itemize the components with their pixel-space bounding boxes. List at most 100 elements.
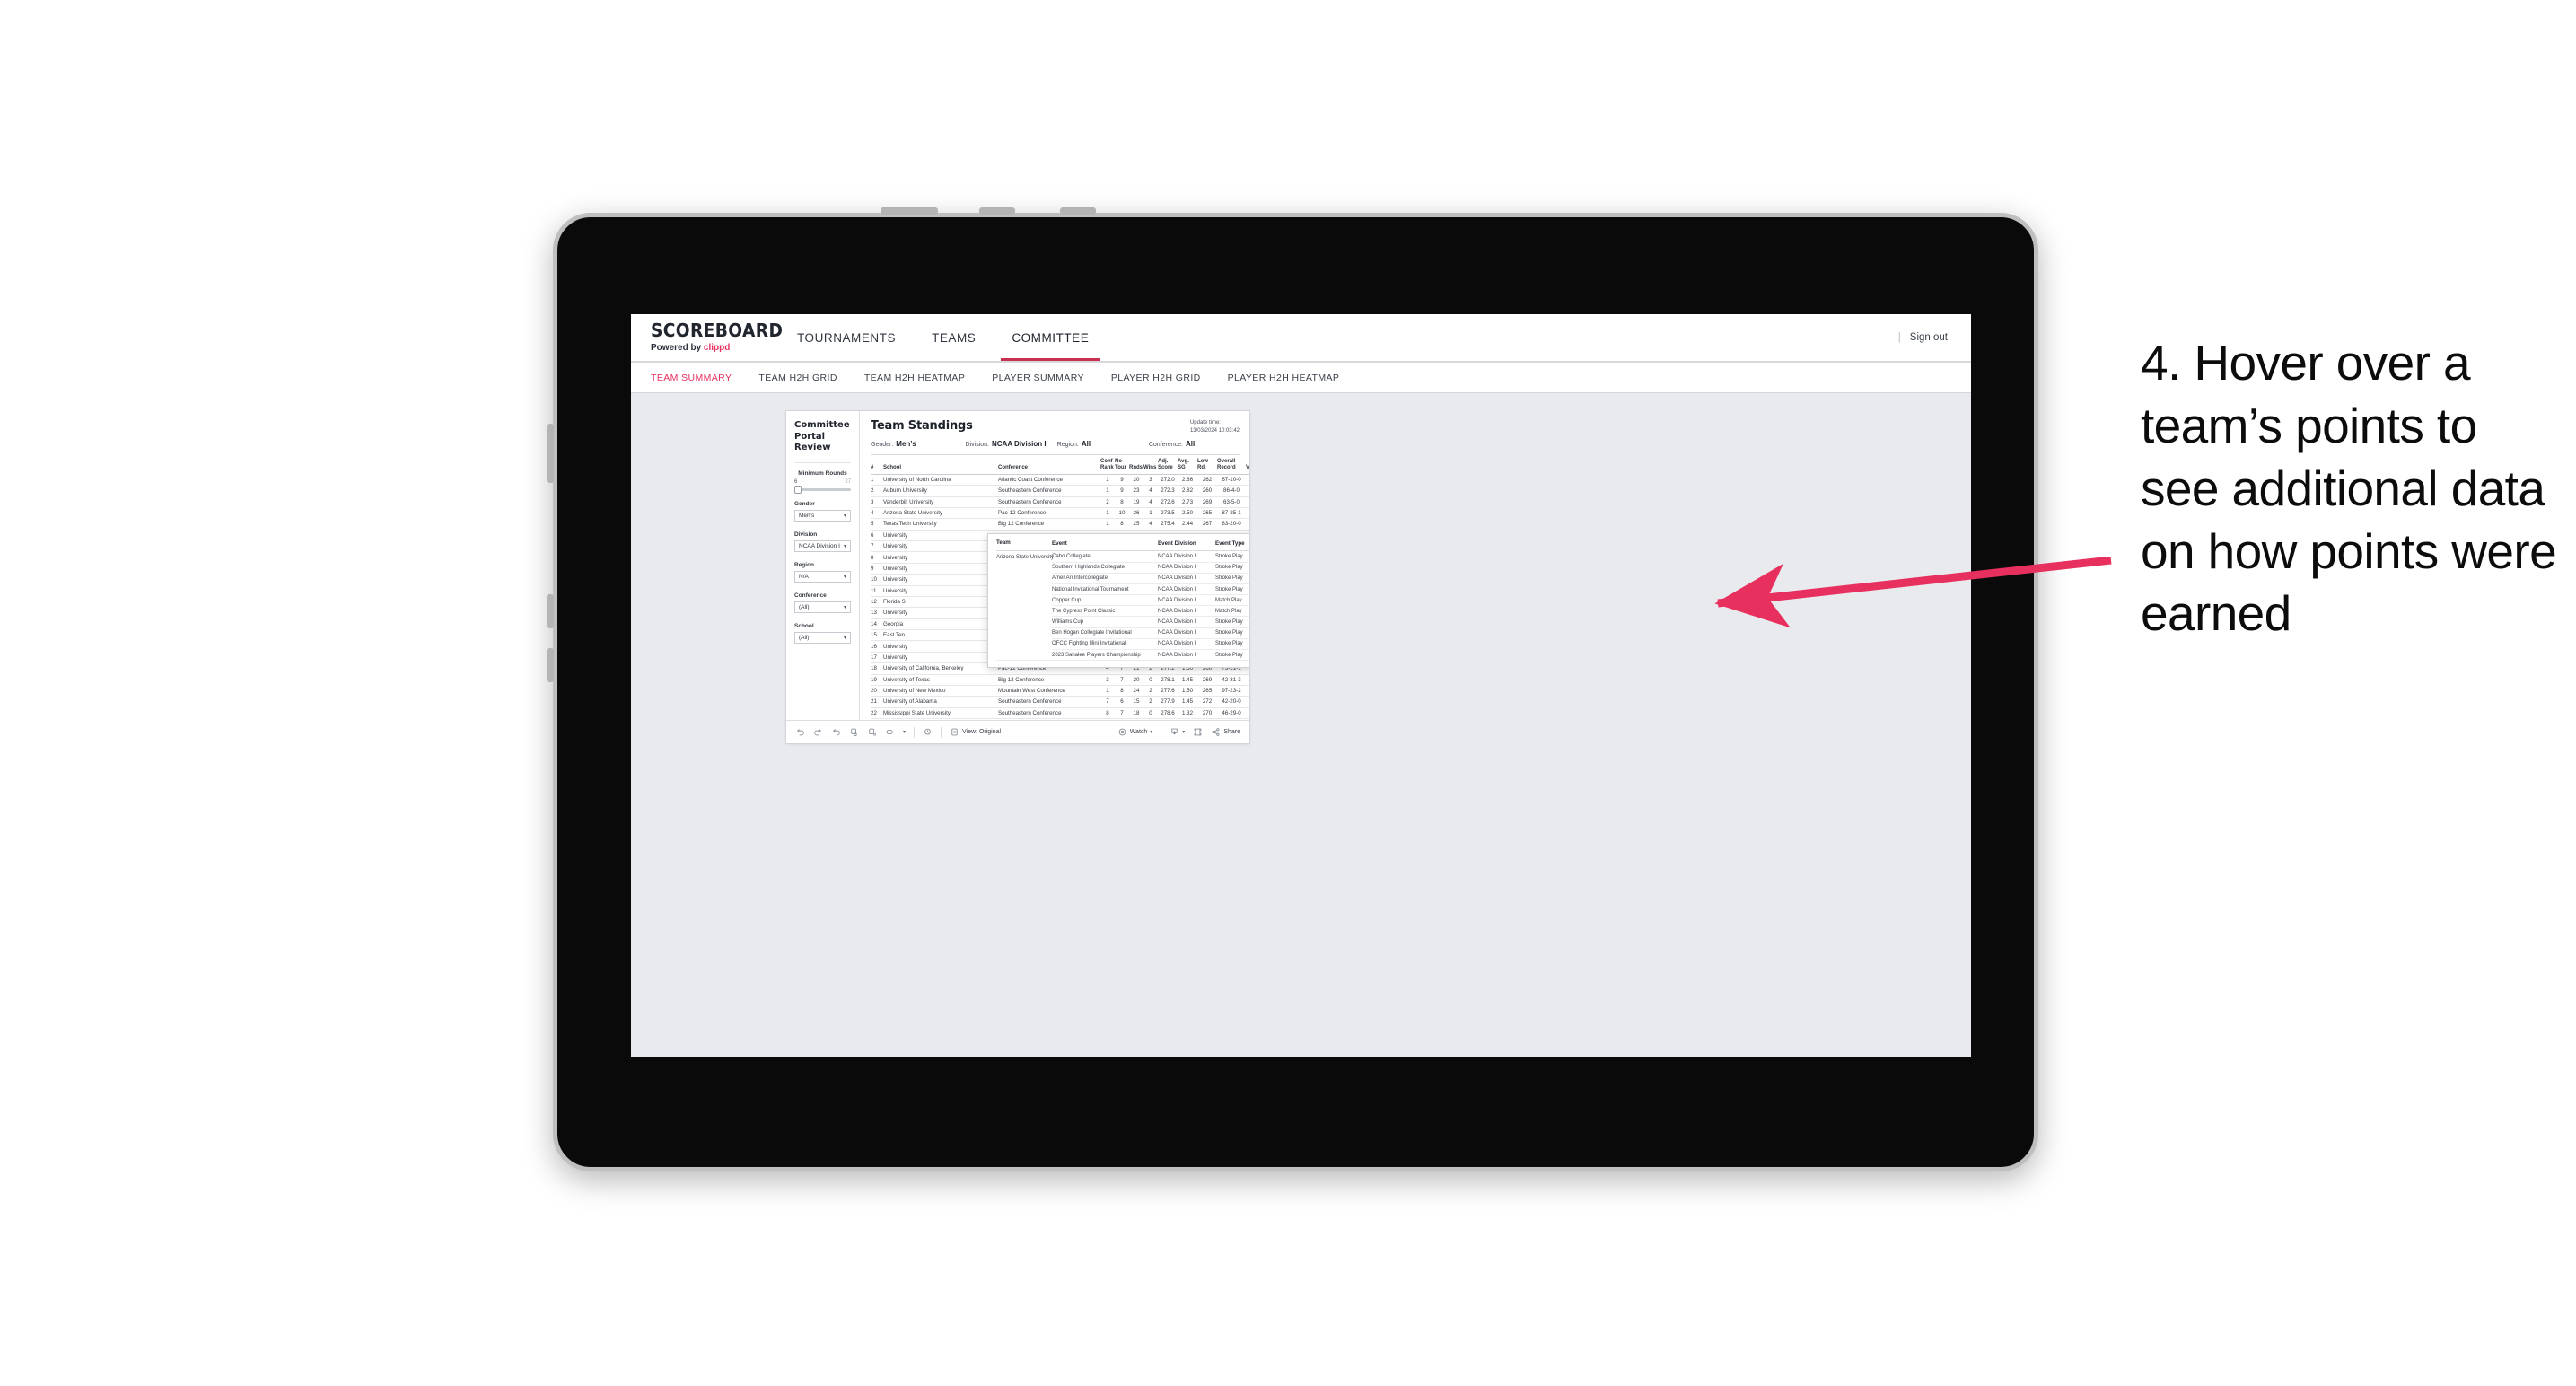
cell-rank: 2: [871, 485, 883, 497]
share-button[interactable]: Share: [1211, 727, 1240, 737]
cell-no_tour: 6: [1115, 696, 1129, 708]
col-vs-top-25[interactable]: Vs Top 25: [1246, 459, 1249, 475]
cell-school: University: [883, 530, 998, 542]
minimum-rounds-label: Minimum Rounds: [798, 469, 847, 477]
brand-logo[interactable]: SCOREBOARD Powered by clippd: [631, 314, 783, 361]
filter-region: Region: All: [1056, 440, 1091, 448]
chevron-down-icon[interactable]: ▾: [903, 729, 906, 735]
tooltip-cell-event: 2023 Sahalee Players Championship: [1052, 649, 1158, 662]
cell-wins: 2: [1143, 696, 1158, 708]
table-row[interactable]: 22 Mississippi State University Southeaste…: [871, 707, 1249, 720]
undo-icon[interactable]: [795, 727, 805, 737]
pause-auto-update-icon[interactable]: [923, 727, 933, 737]
col-rnds[interactable]: Rnds: [1129, 459, 1143, 475]
dashboard-body: Committee Portal Review Minimum Rounds 6 …: [786, 411, 1249, 720]
nav-committee[interactable]: COMMITTEE: [994, 314, 1107, 361]
table-row[interactable]: 2 Auburn University Southeastern Conferenc…: [871, 485, 1249, 497]
tab-team-h2h-heatmap[interactable]: TEAM H2H HEATMAP: [864, 373, 965, 383]
conference-select[interactable]: (All) ▾: [794, 601, 851, 613]
cell-adj: 278.1: [1158, 718, 1178, 720]
col-low-rd[interactable]: Low Rd.: [1197, 459, 1217, 475]
tab-player-h2h-heatmap[interactable]: PLAYER H2H HEATMAP: [1228, 373, 1340, 383]
cell-adj: 277.6: [1158, 685, 1178, 697]
region-value: N/A: [799, 573, 809, 580]
tab-player-h2h-grid[interactable]: PLAYER H2H GRID: [1111, 373, 1201, 383]
viz-toolbar: ▾ View: Original Watch ▾ ▾ Share: [786, 720, 1249, 743]
col-overall-record[interactable]: Overall Record: [1217, 459, 1246, 475]
cell-record: 87-25-1: [1217, 507, 1246, 520]
cell-school: University: [883, 551, 998, 564]
cell-conf_rank: 1: [1100, 518, 1115, 531]
table-row[interactable]: 5 Texas Tech University Big 12 Conference 1…: [871, 518, 1249, 531]
cell-conf: Big 12 Conference: [998, 674, 1100, 686]
cell-rank: 13: [871, 607, 883, 619]
fullscreen-icon[interactable]: [1193, 727, 1203, 737]
tab-player-summary[interactable]: PLAYER SUMMARY: [992, 373, 1084, 383]
sign-out-link[interactable]: Sign out: [1910, 332, 1948, 343]
table-row[interactable]: 19 University of Texas Big 12 Conference 3 7…: [871, 674, 1249, 686]
col-no-tour[interactable]: No Tour: [1115, 459, 1129, 475]
table-row[interactable]: 3 Vanderbilt University Southeastern Confe…: [871, 496, 1249, 508]
cell-conf: Atlantic Coast Conference: [998, 474, 1100, 487]
cell-low: 265: [1197, 507, 1217, 520]
redo-icon[interactable]: [813, 727, 823, 737]
region-select[interactable]: N/A ▾: [794, 570, 851, 583]
filter-sidebar: Committee Portal Review Minimum Rounds 6 …: [786, 411, 860, 720]
cell-adj: 275.4: [1158, 518, 1178, 531]
tooltip-body: Arizona State University Cabo Collegiate N…: [996, 550, 1249, 662]
tab-team-h2h-grid[interactable]: TEAM H2H GRID: [758, 373, 837, 383]
gender-label: Gender: [794, 500, 815, 507]
table-row[interactable]: 21 University of Alabama Southeastern Conf…: [871, 696, 1249, 708]
gender-select[interactable]: Men’s ▾: [794, 509, 851, 522]
cell-school: University of New Mexico: [883, 685, 998, 697]
tt-col-division: Event Division: [1158, 539, 1215, 552]
pause-updates-icon[interactable]: [867, 727, 877, 737]
nav-tournaments[interactable]: TOURNAMENTS: [779, 314, 914, 361]
division-select[interactable]: NCAA Division I ▾: [794, 539, 851, 552]
division-label: Division: [794, 531, 818, 538]
cell-low: 270: [1197, 707, 1217, 720]
col-wins[interactable]: Wins: [1143, 459, 1158, 475]
tooltip-cell-type: Match Play: [1215, 605, 1249, 618]
cell-no_tour: 9: [1115, 485, 1129, 497]
cell-t25: 7-15-0: [1246, 696, 1249, 708]
table-row[interactable]: 1 University of North Carolina Atlantic Co…: [871, 474, 1249, 487]
tt-col-type: Event Type: [1215, 539, 1249, 552]
col-conference[interactable]: Conference: [998, 459, 1100, 475]
cell-no_tour: 8: [1115, 496, 1129, 508]
download-button[interactable]: ▾: [1170, 727, 1185, 737]
col-conf-rank[interactable]: Conf Rank: [1100, 459, 1115, 475]
revert-icon[interactable]: [831, 727, 841, 737]
cell-conf_rank: 3: [1100, 674, 1115, 686]
device-preview-icon[interactable]: [885, 727, 895, 737]
col-rank[interactable]: #: [871, 459, 883, 475]
division-filter: Division NCAA Division I ▾: [794, 531, 851, 552]
table-row[interactable]: 4 Arizona State University Pac-12 Conferen…: [871, 507, 1249, 520]
tooltip-team-name: Arizona State University: [996, 550, 1054, 662]
tooltip-cell-event: OFCC Fighting Illini Invitational: [1052, 638, 1158, 651]
cell-adj: 278.6: [1158, 707, 1178, 720]
minimum-rounds-slider[interactable]: [794, 485, 851, 494]
col-avg-sg[interactable]: Avg. SG: [1178, 459, 1197, 475]
slider-handle[interactable]: [794, 485, 802, 494]
tab-team-summary[interactable]: TEAM SUMMARY: [651, 373, 732, 383]
nav-teams[interactable]: TEAMS: [914, 314, 994, 361]
watch-icon: [1117, 727, 1127, 737]
table-row[interactable]: 20 University of New Mexico Mountain West …: [871, 685, 1249, 697]
watch-button[interactable]: Watch ▾: [1117, 727, 1153, 737]
cell-conf: Southeastern Conference: [998, 707, 1100, 720]
school-label: School: [794, 622, 814, 629]
cell-sg: 1.45: [1178, 696, 1197, 708]
refresh-data-icon[interactable]: [849, 727, 859, 737]
table-row[interactable]: 23Duke UniversityAtlantic Coast Conferen…: [871, 718, 1249, 720]
col-school[interactable]: School: [883, 459, 998, 475]
cell-no_tour: 9: [1115, 474, 1129, 487]
col-adj-score[interactable]: Adj. Score: [1158, 459, 1178, 475]
view-original-button[interactable]: View: Original: [950, 727, 1001, 737]
chevron-down-icon: ▾: [843, 604, 846, 610]
cell-rank: 12: [871, 596, 883, 609]
school-select[interactable]: (All) ▾: [794, 631, 851, 644]
cell-sg: 2.73: [1178, 496, 1197, 508]
device-button-side-1: [547, 424, 554, 483]
chevron-down-icon: ▾: [1150, 730, 1153, 735]
